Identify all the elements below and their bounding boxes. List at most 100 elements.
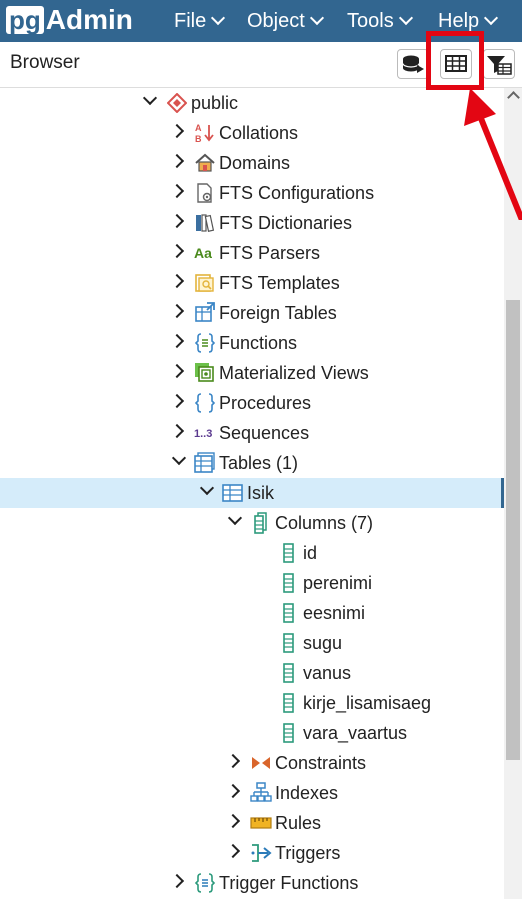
chevron-down-icon (398, 10, 413, 26)
tree-node-column-vanus[interactable]: vanus (0, 658, 504, 688)
chevron-down-icon[interactable] (227, 510, 243, 526)
tree-node-indexes[interactable]: Indexes (0, 778, 504, 808)
chevron-right-icon[interactable] (225, 783, 241, 799)
tree-node-column-sugu[interactable]: sugu (0, 628, 504, 658)
triggers-icon (250, 842, 272, 864)
chevron-right-icon[interactable] (169, 153, 185, 169)
tree-node-column-id[interactable]: id (0, 538, 504, 568)
tree-node-domains[interactable]: Domains (0, 148, 504, 178)
rules-icon (250, 812, 272, 834)
menu-file-label: File (174, 9, 207, 32)
tree-label: sugu (303, 633, 343, 653)
filtered-rows-button[interactable] (483, 49, 515, 79)
chevron-right-icon[interactable] (169, 183, 185, 199)
tree-label: FTS Parsers (219, 243, 321, 263)
annotation-arrow-icon (464, 88, 522, 220)
tree-node-rules[interactable]: Rules (0, 808, 504, 838)
tree-node-foreign-tables[interactable]: Foreign Tables (0, 298, 504, 328)
tree-node-triggers[interactable]: Triggers (0, 838, 504, 868)
logo-admin-text: Admin (45, 4, 133, 35)
chevron-right-icon[interactable] (169, 393, 185, 409)
tree-label: Rules (275, 813, 322, 833)
indexes-icon (250, 782, 272, 804)
tree-label: Procedures (219, 393, 312, 413)
tree-node-public[interactable]: public (0, 88, 504, 118)
chevron-down-icon[interactable] (171, 450, 187, 466)
menu-file[interactable]: File (174, 0, 226, 42)
fts-parser-icon: Aa (194, 242, 216, 264)
chevron-right-icon[interactable] (169, 243, 185, 259)
column-icon (278, 632, 300, 654)
menu-help-label: Help (438, 9, 480, 32)
svg-text:A: A (195, 123, 202, 133)
tree-label: Trigger Functions (219, 873, 359, 893)
tree-node-columns[interactable]: Columns (7) (0, 508, 504, 538)
browser-title: Browser (10, 52, 80, 73)
tree-node-fts-dictionaries[interactable]: FTS Dictionaries (0, 208, 504, 238)
tree-label: Constraints (275, 753, 367, 773)
chevron-right-icon[interactable] (169, 363, 185, 379)
fts-configuration-icon (194, 182, 216, 204)
chevron-right-icon[interactable] (225, 753, 241, 769)
chevron-right-icon[interactable] (169, 873, 185, 889)
tree-node-fts-parsers[interactable]: Aa FTS Parsers (0, 238, 504, 268)
chevron-right-icon[interactable] (225, 843, 241, 859)
column-icon (278, 662, 300, 684)
tree-node-column-kirje-lisamisaeg[interactable]: kirje_lisamisaeg (0, 688, 504, 718)
collation-icon: AB (194, 122, 216, 144)
tree-node-procedures[interactable]: Procedures (0, 388, 504, 418)
chevron-down-icon (484, 10, 499, 26)
tree-node-functions[interactable]: Functions (0, 328, 504, 358)
tree-node-constraints[interactable]: Constraints (0, 748, 504, 778)
chevron-right-icon[interactable] (169, 213, 185, 229)
tree-node-materialized-views[interactable]: Materialized Views (0, 358, 504, 388)
tree-node-column-eesnimi[interactable]: eesnimi (0, 598, 504, 628)
chevron-right-icon[interactable] (225, 813, 241, 829)
tree-label: Isik (247, 483, 274, 503)
table-icon (222, 482, 244, 504)
tree-label: eesnimi (303, 603, 366, 623)
chevron-down-icon[interactable] (199, 480, 215, 496)
chevron-right-icon[interactable] (169, 423, 185, 439)
tree-node-isik[interactable]: Isik (0, 478, 504, 508)
chevron-down-icon[interactable] (142, 90, 158, 106)
chevron-right-icon[interactable] (169, 333, 185, 349)
column-icon (278, 542, 300, 564)
column-icon (278, 692, 300, 714)
tree-label: perenimi (303, 573, 373, 593)
tree-node-column-perenimi[interactable]: perenimi (0, 568, 504, 598)
schema-icon (166, 92, 188, 114)
menu-object-label: Object (247, 9, 305, 32)
menu-object[interactable]: Object (247, 0, 324, 42)
query-tool-button[interactable] (397, 49, 429, 79)
tree-node-collations[interactable]: AB Collations (0, 118, 504, 148)
column-icon (278, 602, 300, 624)
fts-dictionary-icon (194, 212, 216, 234)
tree-label: FTS Templates (219, 273, 340, 293)
tree-node-column-vara-vaartus[interactable]: vara_vaartus (0, 718, 504, 748)
tree-node-sequences[interactable]: 1..3 Sequences (0, 418, 504, 448)
tree-label: public (191, 93, 239, 113)
chevron-right-icon[interactable] (169, 303, 185, 319)
tree-label: Materialized Views (219, 363, 369, 383)
query-tool-icon (402, 55, 424, 73)
domain-icon (194, 152, 216, 174)
column-icon (278, 722, 300, 744)
tree-label: vanus (303, 663, 352, 683)
svg-text:1..3: 1..3 (194, 428, 212, 440)
chevron-right-icon[interactable] (169, 273, 185, 289)
pgadmin-logo[interactable]: pg Admin (6, 4, 133, 36)
tree-node-fts-configurations[interactable]: FTS Configurations (0, 178, 504, 208)
procedure-icon (194, 392, 216, 414)
tree-scrollbar-thumb[interactable] (506, 300, 520, 760)
tree-node-fts-templates[interactable]: FTS Templates (0, 268, 504, 298)
tree-label: FTS Configurations (219, 183, 375, 203)
tree-node-tables[interactable]: Tables (1) (0, 448, 504, 478)
trigger-function-icon (194, 872, 216, 894)
menu-tools[interactable]: Tools (347, 0, 413, 42)
chevron-right-icon[interactable] (169, 123, 185, 139)
svg-text:Aa: Aa (194, 245, 212, 261)
tree-label: Indexes (275, 783, 339, 803)
tree-label: Foreign Tables (219, 303, 337, 323)
tree-node-trigger-functions[interactable]: Trigger Functions (0, 868, 504, 898)
